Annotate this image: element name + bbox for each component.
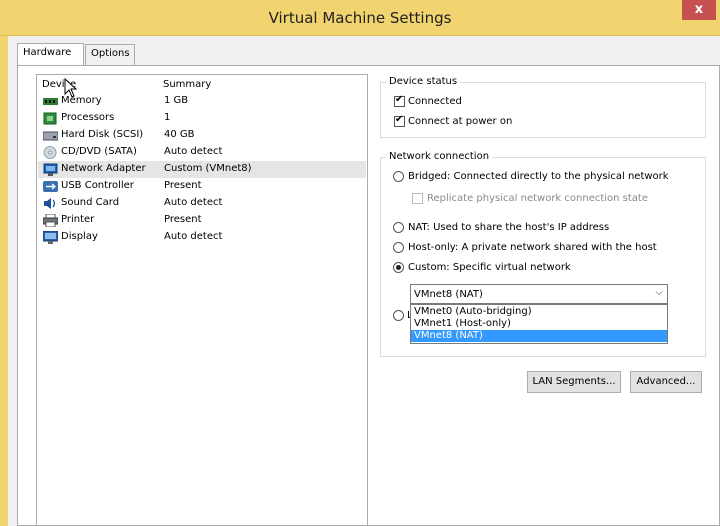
device-row-network-adapter[interactable]: Network Adapter Custom (VMnet8) — [38, 161, 366, 178]
device-name: Printer — [61, 214, 95, 225]
display-icon — [43, 231, 58, 244]
window-title: Virtual Machine Settings — [268, 9, 452, 27]
lan-segments-button[interactable]: LAN Segments... — [527, 371, 621, 393]
connect-at-power-on-label: Connect at power on — [408, 116, 513, 127]
device-list[interactable]: Device Summary Memory 1 GB Processors 1 … — [36, 74, 368, 526]
device-name: Hard Disk (SCSI) — [61, 129, 144, 140]
sound-icon — [44, 198, 56, 209]
device-status-group: Device status — [380, 76, 706, 138]
device-row-printer[interactable]: Printer Present — [38, 212, 366, 229]
column-header-summary[interactable]: Summary — [163, 79, 211, 90]
lan-segment-radio[interactable] — [393, 310, 404, 321]
chevron-down-icon: ⌵ — [655, 287, 663, 298]
custom-radio[interactable] — [393, 262, 404, 273]
device-list-header: Device Summary — [37, 79, 367, 93]
connected-checkbox[interactable] — [394, 94, 405, 107]
bridged-label: Bridged: Connected directly to the physi… — [408, 171, 669, 182]
network-dropdown-list[interactable]: VMnet0 (Auto-bridging) VMnet1 (Host-only… — [410, 304, 668, 344]
processor-icon — [43, 112, 57, 125]
device-row-processors[interactable]: Processors 1 — [38, 110, 366, 127]
printer-icon — [43, 214, 58, 227]
connected-label: Connected — [408, 96, 462, 107]
tab-options[interactable]: Options — [85, 44, 135, 65]
hard-disk-icon — [43, 131, 58, 141]
device-summary: 1 — [164, 112, 171, 123]
custom-label: Custom: Specific virtual network — [408, 262, 571, 273]
network-adapter-icon — [43, 163, 58, 176]
cd-dvd-icon — [43, 146, 57, 159]
device-name: Network Adapter — [61, 163, 146, 174]
device-row-display[interactable]: Display Auto detect — [38, 229, 366, 246]
usb-icon — [43, 181, 58, 192]
device-summary: 1 GB — [164, 95, 189, 106]
device-summary: 40 GB — [164, 129, 195, 140]
device-name: USB Controller — [61, 180, 134, 191]
device-row-cd-dvd[interactable]: CD/DVD (SATA) Auto detect — [38, 144, 366, 161]
dropdown-option-vmnet1[interactable]: VMnet1 (Host-only) — [411, 318, 667, 330]
device-row-sound-card[interactable]: Sound Card Auto detect — [38, 195, 366, 212]
close-button[interactable]: x — [682, 0, 716, 20]
window-frame — [0, 36, 8, 526]
host-only-radio[interactable] — [393, 242, 404, 253]
device-name: Display — [61, 231, 98, 242]
device-summary: Custom (VMnet8) — [164, 163, 252, 174]
dropdown-option-vmnet8[interactable]: VMnet8 (NAT) — [411, 330, 667, 342]
nat-label: NAT: Used to share the host's IP address — [408, 222, 610, 233]
memory-icon — [43, 98, 58, 105]
device-name: CD/DVD (SATA) — [61, 146, 137, 157]
tab-hardware[interactable]: Hardware — [17, 43, 84, 66]
network-connection-title: Network connection — [386, 151, 493, 162]
device-row-memory[interactable]: Memory 1 GB — [38, 93, 366, 110]
virtual-network-select[interactable]: VMnet8 (NAT) ⌵ — [410, 284, 668, 304]
nat-radio[interactable] — [393, 222, 404, 233]
device-summary: Auto detect — [164, 197, 223, 208]
device-name: Processors — [61, 112, 115, 123]
dropdown-option-vmnet0[interactable]: VMnet0 (Auto-bridging) — [411, 306, 667, 318]
replicate-label: Replicate physical network connection st… — [427, 193, 649, 204]
device-row-usb-controller[interactable]: USB Controller Present — [38, 178, 366, 195]
device-summary: Auto detect — [164, 231, 223, 242]
connect-at-power-on-checkbox[interactable] — [394, 114, 405, 127]
mouse-cursor-icon — [64, 78, 78, 98]
advanced-button[interactable]: Advanced... — [630, 371, 702, 393]
bridged-radio[interactable] — [393, 171, 404, 182]
replicate-checkbox[interactable] — [412, 193, 423, 204]
device-row-hard-disk[interactable]: Hard Disk (SCSI) 40 GB — [38, 127, 366, 144]
title-bar: Virtual Machine Settings x — [0, 0, 720, 36]
device-summary: Present — [164, 180, 202, 191]
selected-network-value: VMnet8 (NAT) — [414, 289, 483, 300]
device-summary: Auto detect — [164, 146, 223, 157]
device-summary: Present — [164, 214, 202, 225]
host-only-label: Host-only: A private network shared with… — [408, 242, 657, 253]
device-name: Sound Card — [61, 197, 120, 208]
device-status-title: Device status — [386, 76, 461, 87]
